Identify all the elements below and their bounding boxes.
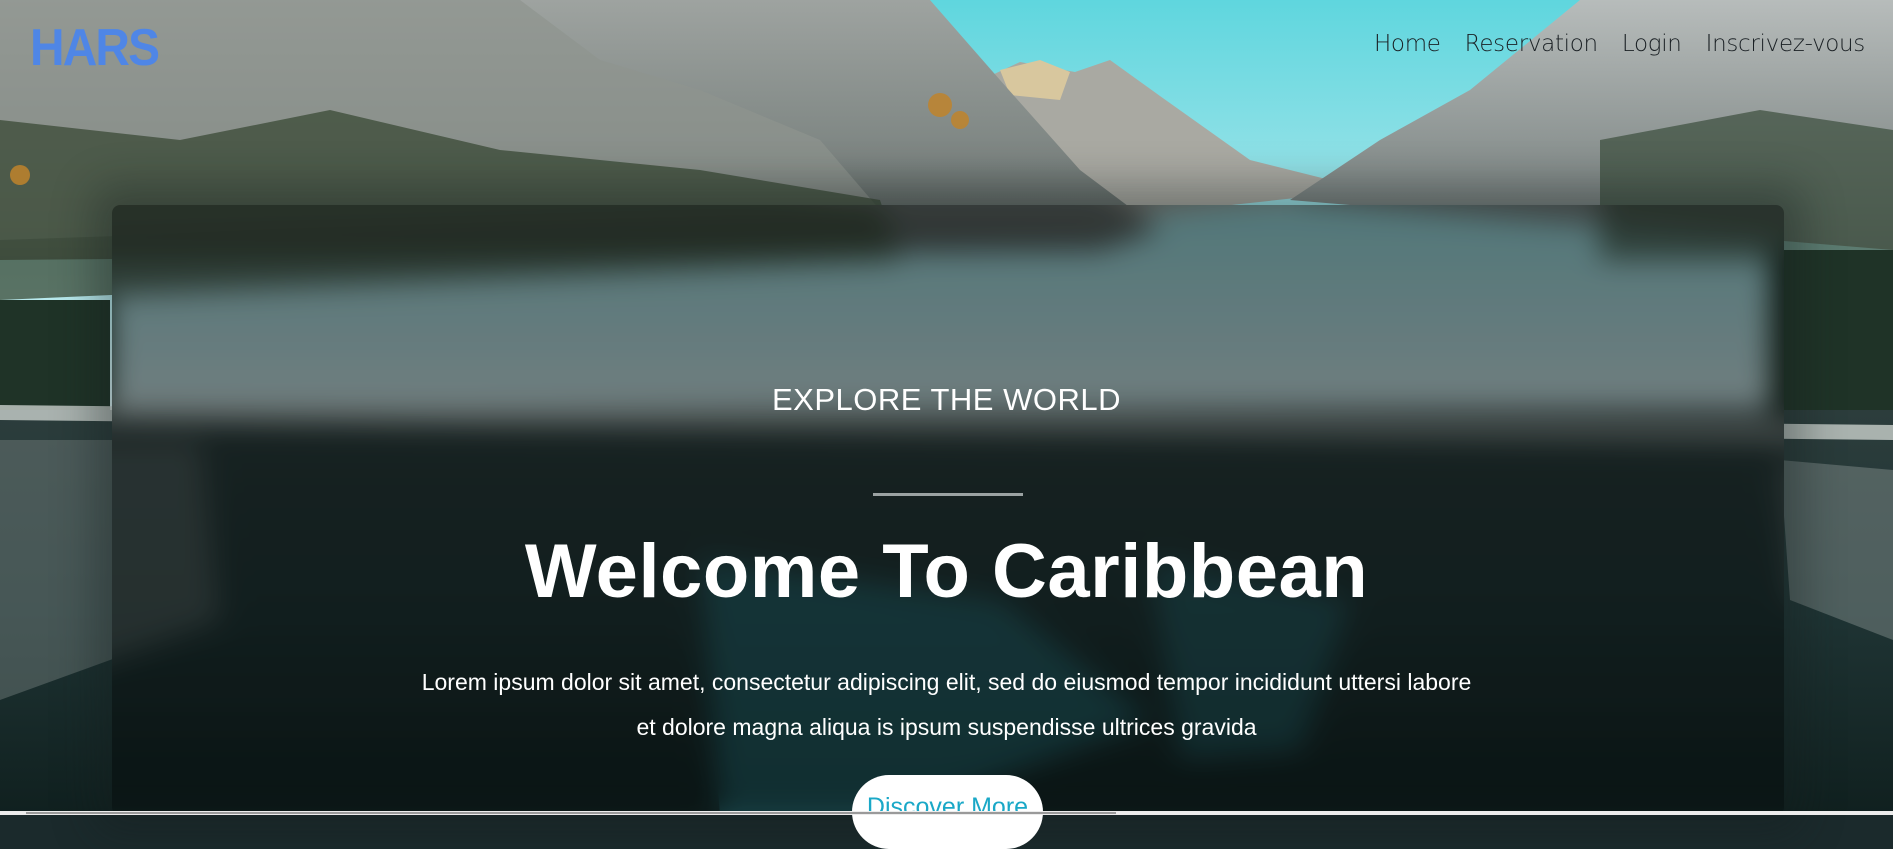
main-nav: Home Reservation Login Inscrivez-vous	[1374, 31, 1893, 57]
hero-eyebrow: EXPLORE THE WORLD	[771, 382, 1121, 417]
nav-reservation[interactable]: Reservation	[1465, 31, 1598, 57]
nav-home[interactable]: Home	[1374, 31, 1441, 57]
nav-login[interactable]: Login	[1622, 31, 1682, 57]
hero-paragraph-line-1: Lorem ipsum dolor sit amet, consectetur …	[421, 669, 1472, 695]
horizontal-scrollbar[interactable]	[0, 811, 1893, 815]
hero-paragraph: Lorem ipsum dolor sit amet, consectetur …	[0, 660, 1893, 750]
site-logo[interactable]: HARS	[30, 18, 160, 78]
hero-headline: Welcome To Caribbean	[524, 529, 1369, 614]
hero-divider	[873, 493, 1023, 496]
scrollbar-thumb[interactable]	[26, 812, 1116, 814]
hero-paragraph-line-2: et dolore magna aliqua is ipsum suspendi…	[636, 714, 1257, 740]
nav-signup[interactable]: Inscrivez-vous	[1706, 31, 1866, 57]
